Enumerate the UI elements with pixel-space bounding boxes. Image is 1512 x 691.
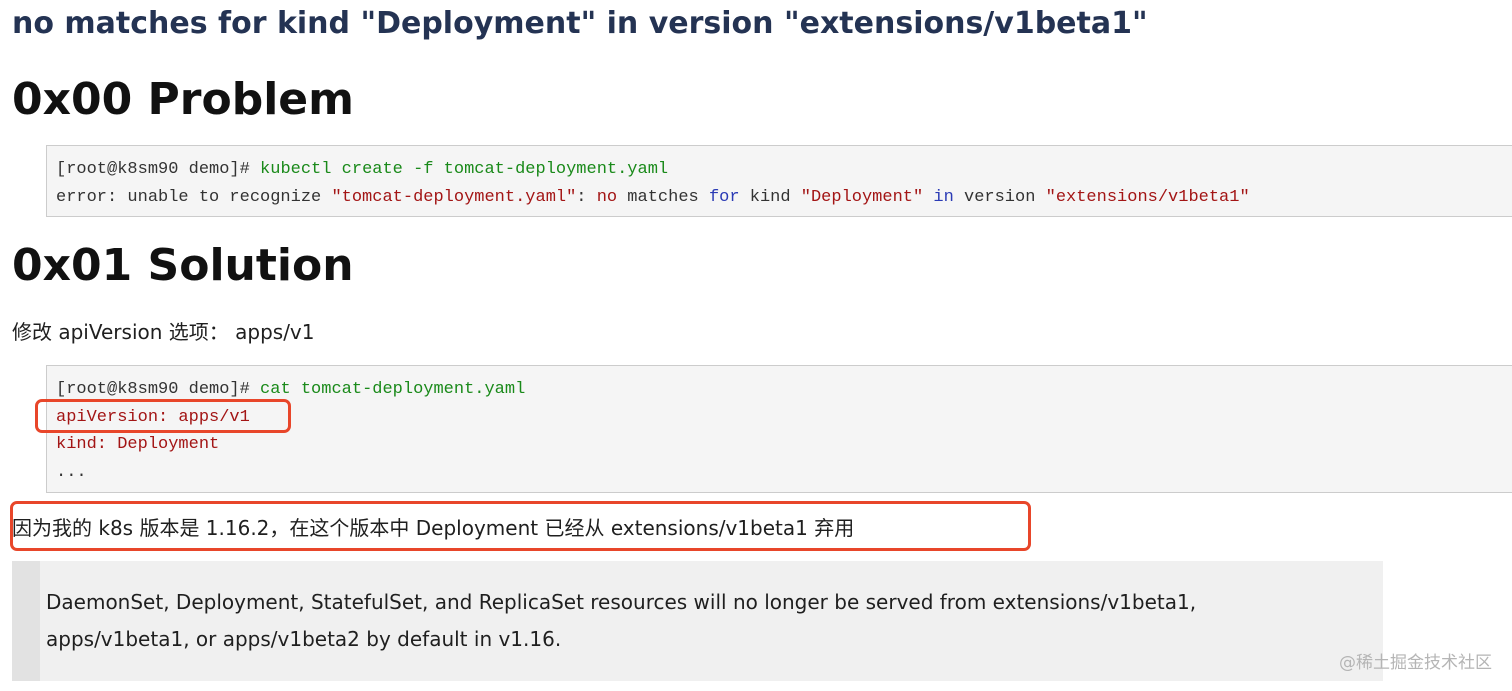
code-keyword: for [708,187,740,207]
problem-code-block: [root@k8sm90 demo]# kubectl create -f to… [46,145,1512,217]
blockquote: DaemonSet, Deployment, StatefulSet, and … [12,561,1383,681]
shell-prompt: [root@k8sm90 demo]# [56,160,250,179]
code-token: : [576,187,597,207]
shell-command: kubectl create -f tomcat-deployment.yaml [260,160,669,179]
code-token: kind [739,187,801,207]
solution-heading: 0x01 Solution [12,240,354,291]
blockquote-text: DaemonSet, Deployment, StatefulSet, and … [46,584,1366,658]
watermark: @稀土掘金技术社区 [1339,653,1492,673]
code-string: "extensions/v1beta1" [1045,187,1250,207]
page-title: no matches for kind "Deployment" in vers… [12,6,1148,41]
shell-command: cat tomcat-deployment.yaml [260,380,526,399]
code-keyword: no [596,187,618,207]
code-line-kind: kind: Deployment [56,435,220,454]
code-token: matches [617,187,709,207]
problem-heading: 0x00 Problem [12,74,354,125]
code-token: error: unable to recognize [56,187,332,207]
code-line-error: error: unable to recognize "tomcat-deplo… [56,184,1512,212]
code-token: version [953,187,1046,207]
article-page: no matches for kind "Deployment" in vers… [0,0,1512,691]
code-line-command: [root@k8sm90 demo]# kubectl create -f to… [56,156,1512,184]
shell-prompt: [root@k8sm90 demo]# [56,380,250,399]
blockquote-bar [12,561,40,681]
code-string: "tomcat-deployment.yaml" [331,187,577,207]
blockquote-line: apps/v1beta1, or apps/v1beta2 by default… [46,627,562,651]
code-line-ellipsis: ... [56,462,87,482]
apiversion-highlight-box [35,399,291,433]
blockquote-line: DaemonSet, Deployment, StatefulSet, and … [46,590,1197,614]
modify-instruction: 修改 apiVersion 选项： apps/v1 [12,320,315,344]
code-string: "Deployment" [800,187,924,207]
code-keyword: in [933,187,954,207]
reason-highlight-box [10,501,1031,551]
